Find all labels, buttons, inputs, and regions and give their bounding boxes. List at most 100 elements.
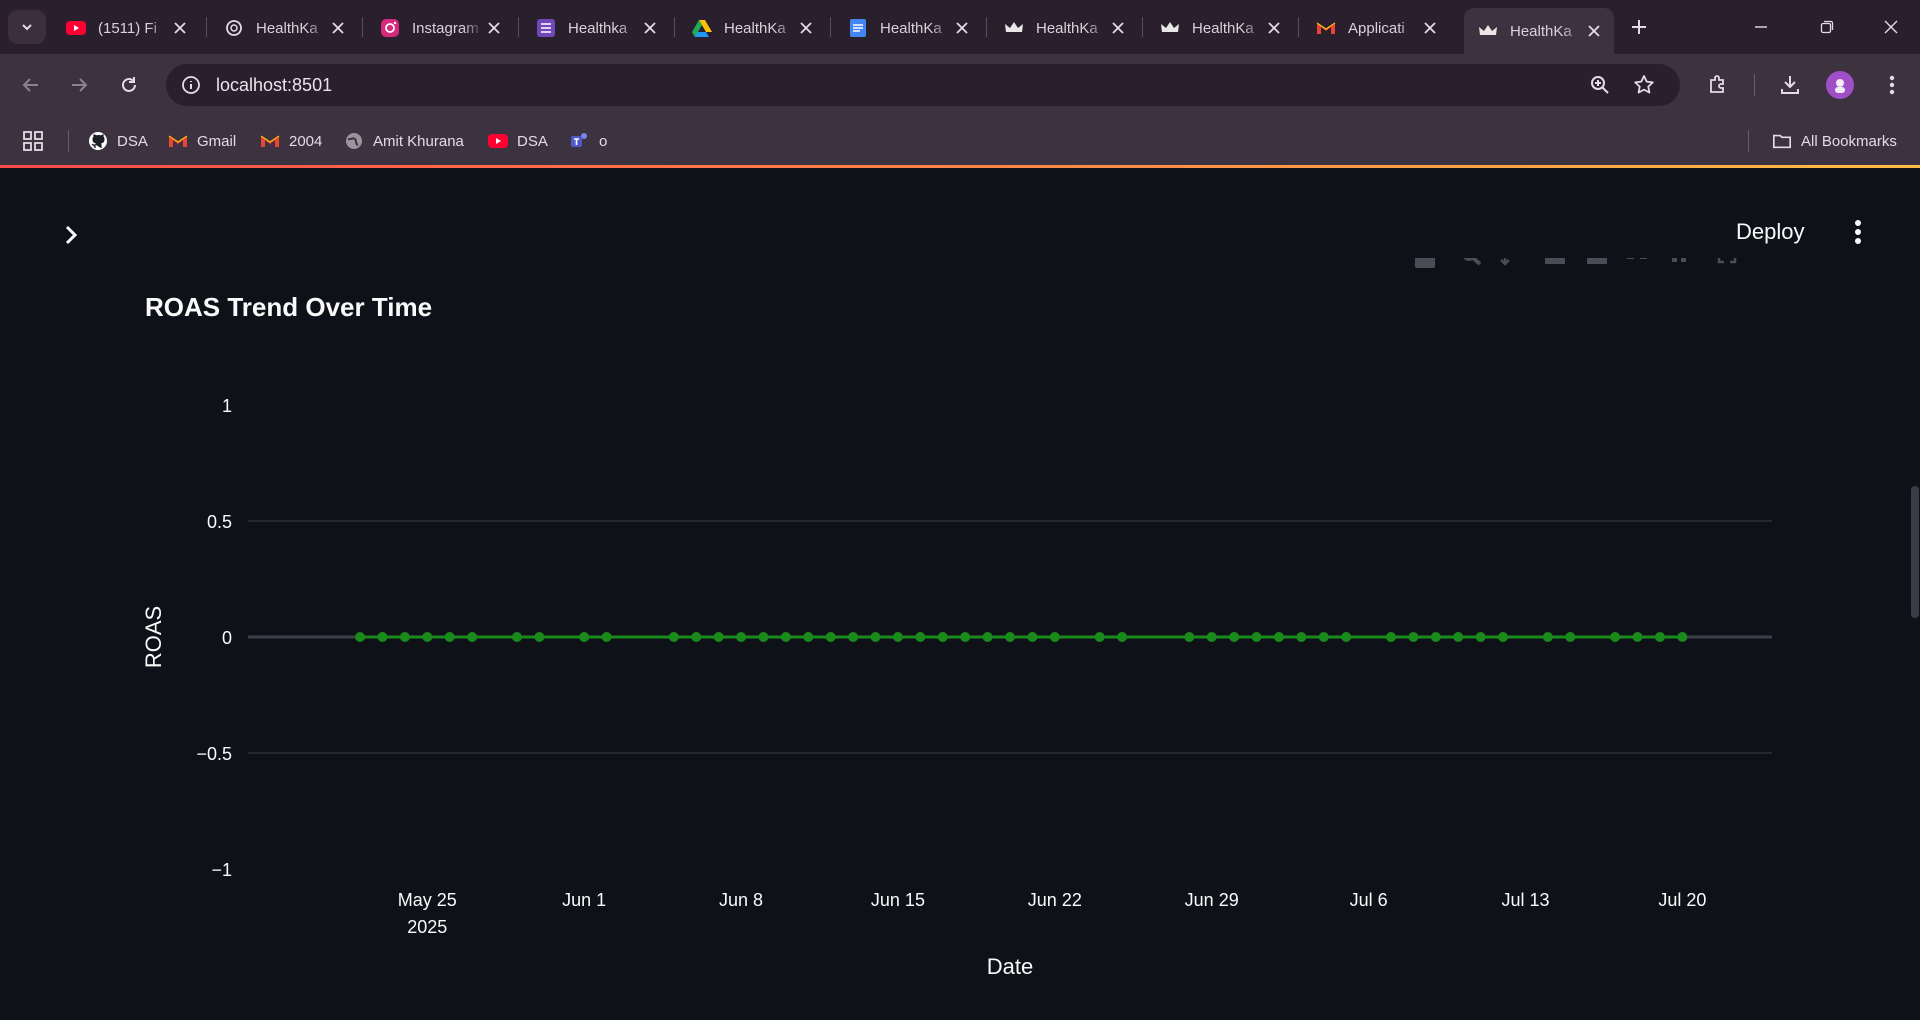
data-point[interactable]	[982, 632, 993, 642]
extensions-button[interactable]	[1700, 67, 1736, 103]
bookmark-item[interactable]: DSA	[488, 128, 548, 154]
profile-button[interactable]	[1822, 67, 1858, 103]
data-point[interactable]	[1386, 632, 1396, 642]
data-point[interactable]	[511, 632, 522, 642]
data-point[interactable]	[1475, 632, 1486, 642]
tab-close-icon[interactable]	[328, 18, 348, 38]
data-point[interactable]	[1296, 632, 1307, 642]
data-point[interactable]	[668, 632, 679, 642]
bookmark-label: 2004	[289, 132, 323, 150]
data-point[interactable]	[1318, 632, 1329, 642]
restore-button[interactable]	[1812, 12, 1842, 42]
tab-close-icon[interactable]	[484, 18, 504, 38]
data-point[interactable]	[937, 632, 948, 642]
data-point[interactable]	[1027, 632, 1038, 642]
page-scrollbar[interactable]	[1910, 318, 1920, 1020]
data-point[interactable]	[892, 632, 903, 642]
downloads-button[interactable]	[1772, 67, 1808, 103]
tab-close-icon[interactable]	[952, 18, 972, 38]
tab[interactable]: Healthka	[522, 8, 670, 48]
data-point[interactable]	[1094, 632, 1105, 642]
scrollbar-thumb[interactable]	[1911, 486, 1919, 618]
data-point[interactable]	[915, 632, 926, 642]
browser-menu-button[interactable]	[1874, 67, 1910, 103]
tab[interactable]: HealthKa	[834, 8, 982, 48]
data-point[interactable]	[1408, 632, 1419, 642]
data-point[interactable]	[713, 632, 724, 642]
url-text[interactable]: localhost:8501	[216, 75, 332, 96]
tab[interactable]: HealthKa	[210, 8, 358, 48]
forward-button[interactable]	[62, 68, 96, 102]
tab[interactable]: HealthKa	[678, 8, 826, 48]
roas-line-chart[interactable]: 1 0.5 0 −0.5 −1 May 25 2025 Jun 1 Jun 8 Jun 15 Ju…	[0, 168, 1900, 1020]
data-point[interactable]	[1565, 632, 1576, 642]
data-point[interactable]	[1654, 632, 1665, 642]
bookmark-item[interactable]: 2004	[260, 128, 322, 154]
bookmark-item[interactable]: DSA	[88, 128, 148, 154]
data-point[interactable]	[1184, 632, 1195, 642]
apps-button[interactable]	[22, 128, 44, 154]
data-point[interactable]	[1341, 632, 1352, 642]
data-point[interactable]	[534, 632, 545, 642]
bookmark-item[interactable]: Amit Khurana	[344, 128, 464, 154]
zoom-icon[interactable]	[1588, 73, 1612, 102]
data-point[interactable]	[1049, 632, 1060, 642]
tab-active[interactable]: HealthKa	[1464, 8, 1614, 54]
bookmark-star-icon[interactable]	[1632, 73, 1656, 102]
data-point[interactable]	[691, 632, 702, 642]
data-point[interactable]	[355, 632, 366, 642]
tab-search-button[interactable]	[8, 10, 46, 44]
data-point[interactable]	[1117, 632, 1128, 642]
tab[interactable]: HealthKa	[1146, 8, 1294, 48]
data-point[interactable]	[1430, 632, 1441, 642]
data-point[interactable]	[1206, 632, 1217, 642]
data-point[interactable]	[1229, 632, 1240, 642]
data-point[interactable]	[1677, 632, 1688, 642]
tab-close-icon[interactable]	[1584, 21, 1604, 41]
data-point[interactable]	[422, 632, 433, 642]
data-point[interactable]	[1610, 632, 1621, 642]
reload-button[interactable]	[112, 68, 146, 102]
tab[interactable]: Applicati	[1302, 8, 1450, 48]
close-window-button[interactable]	[1876, 12, 1906, 42]
data-point[interactable]	[803, 632, 814, 642]
bookmark-item[interactable]: o	[570, 128, 607, 154]
data-point[interactable]	[1453, 632, 1464, 642]
back-button[interactable]	[14, 68, 48, 102]
minimize-button[interactable]	[1746, 12, 1776, 42]
data-point[interactable]	[736, 632, 747, 642]
tab-close-icon[interactable]	[1420, 18, 1440, 38]
tab-close-icon[interactable]	[170, 18, 190, 38]
data-point[interactable]	[1542, 632, 1553, 642]
data-point[interactable]	[1251, 632, 1262, 642]
tab-close-icon[interactable]	[1264, 18, 1284, 38]
data-point[interactable]	[870, 632, 881, 642]
data-point[interactable]	[825, 632, 836, 642]
address-bar[interactable]: localhost:8501	[166, 64, 1680, 106]
new-tab-button[interactable]	[1624, 12, 1654, 42]
data-point[interactable]	[601, 632, 612, 642]
data-point[interactable]	[1632, 632, 1643, 642]
tab[interactable]: HealthKa	[990, 8, 1138, 48]
bookmark-item[interactable]: Gmail	[168, 128, 236, 154]
data-point[interactable]	[1498, 632, 1509, 642]
data-point[interactable]	[848, 632, 859, 642]
data-point[interactable]	[960, 632, 971, 642]
data-point[interactable]	[444, 632, 455, 642]
data-point[interactable]	[579, 632, 590, 642]
data-point[interactable]	[377, 632, 388, 642]
data-point[interactable]	[1005, 632, 1015, 642]
tab[interactable]: (1511) Fi	[52, 8, 200, 48]
tab-close-icon[interactable]	[1108, 18, 1128, 38]
data-point[interactable]	[1273, 632, 1284, 642]
tab-close-icon[interactable]	[796, 18, 816, 38]
all-bookmarks-button[interactable]: All Bookmarks	[1772, 128, 1897, 154]
site-info-icon[interactable]	[180, 74, 202, 101]
data-point[interactable]	[758, 632, 769, 642]
x-tick-label: Jul 6	[1350, 890, 1388, 910]
data-point[interactable]	[399, 632, 410, 642]
data-point[interactable]	[467, 632, 478, 642]
data-point[interactable]	[780, 632, 791, 642]
tab[interactable]: Instagram	[366, 8, 514, 48]
tab-close-icon[interactable]	[640, 18, 660, 38]
